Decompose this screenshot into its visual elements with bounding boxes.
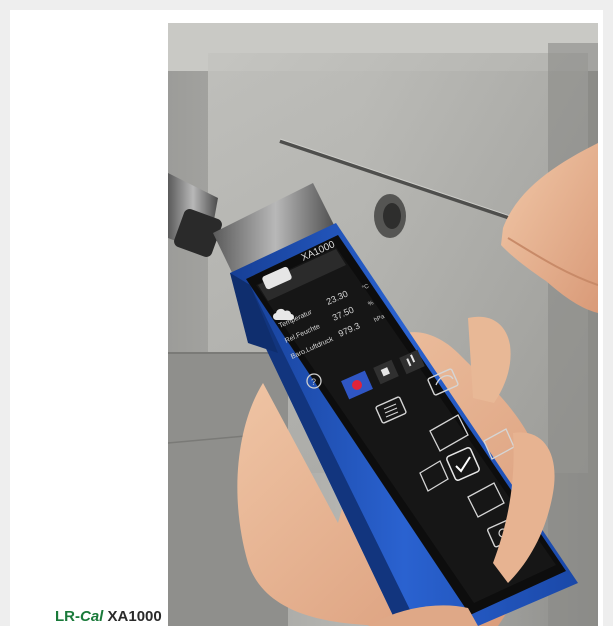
product-photo: XA1000 Temperatur 23.30 °C Rel.Feuchte 3… (168, 23, 598, 626)
product-caption: LR-Cal XA1000 (55, 608, 162, 625)
help-icon-glyph: ? (311, 377, 316, 387)
caption-model: XA1000 (107, 608, 162, 625)
wall-port-inner (383, 203, 401, 229)
panel-shadow-right (548, 43, 598, 626)
record-dot (352, 380, 362, 390)
caption-brand-prefix: LR- (55, 608, 80, 625)
caption-brand-italic: Cal (80, 608, 104, 625)
